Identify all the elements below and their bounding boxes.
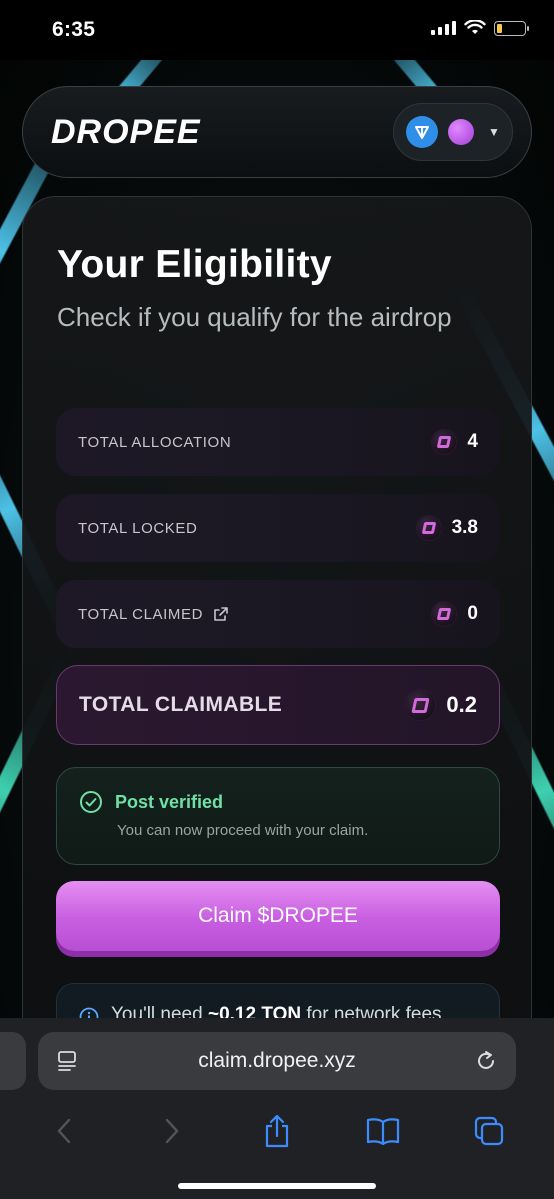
back-button[interactable] (47, 1113, 83, 1149)
check-circle-icon (80, 791, 102, 813)
claimable-value: 0.2 (446, 692, 477, 717)
tabs-icon (474, 1116, 504, 1146)
tabs-button[interactable] (471, 1113, 507, 1149)
battery-icon (494, 20, 529, 36)
book-icon (366, 1118, 400, 1145)
page-title: Your Eligibility (57, 243, 332, 286)
stat-value: 0 (467, 603, 478, 624)
stat-total-claimed: TOTAL CLAIMED 0 (56, 580, 500, 648)
share-icon (265, 1114, 289, 1148)
dropee-coin-icon (431, 429, 458, 455)
previous-tab[interactable] (0, 1032, 26, 1090)
share-button[interactable] (259, 1113, 295, 1149)
home-indicator[interactable] (178, 1183, 376, 1189)
dropee-logo[interactable]: DROPEE (51, 113, 201, 152)
browser-bar: claim.dropee.xyz (0, 1018, 554, 1199)
browser-toolbar (0, 1106, 554, 1156)
stat-total-locked: TOTAL LOCKED 3.8 (56, 494, 500, 562)
address-bar[interactable]: claim.dropee.xyz (38, 1032, 516, 1090)
claim-button[interactable]: Claim $DROPEE (56, 881, 500, 951)
stat-label: TOTAL ALLOCATION (78, 433, 232, 451)
eligibility-card: Your Eligibility Check if you qualify fo… (22, 196, 532, 1096)
bookmarks-button[interactable] (365, 1113, 401, 1149)
page-subtitle: Check if you qualify for the airdrop (57, 302, 452, 332)
stat-label: TOTAL LOCKED (78, 519, 198, 537)
verified-title: Post verified (115, 791, 224, 812)
verified-subtitle: You can now proceed with your claim. (117, 822, 369, 839)
wifi-icon (464, 20, 486, 34)
external-link-icon[interactable] (213, 606, 229, 622)
stat-value: 3.8 (451, 517, 478, 538)
claimable-label: TOTAL CLAIMABLE (79, 693, 283, 716)
stat-total-allocation: TOTAL ALLOCATION 4 (56, 408, 500, 476)
chevron-down-icon: ▼ (488, 125, 500, 139)
status-icons (431, 20, 529, 36)
signal-icon (431, 21, 456, 35)
wallet-avatar (448, 119, 474, 145)
wallet-button[interactable]: ▼ (393, 103, 513, 161)
chevron-left-icon (57, 1118, 71, 1144)
chevron-right-icon (165, 1118, 179, 1144)
reload-icon[interactable] (474, 1049, 498, 1073)
app-header: DROPEE ▼ (22, 86, 532, 178)
reader-icon[interactable] (56, 1049, 80, 1073)
stat-value: 4 (467, 431, 478, 452)
ton-icon (406, 116, 438, 148)
dropee-coin-icon (415, 515, 442, 541)
status-bar: 6:35 (0, 0, 554, 60)
forward-button[interactable] (153, 1113, 189, 1149)
dropee-coin-icon (431, 601, 458, 627)
verified-notice: Post verified You can now proceed with y… (56, 767, 500, 865)
status-time: 6:35 (52, 18, 96, 41)
dropee-coin-icon (404, 689, 437, 721)
stat-total-claimable: TOTAL CLAIMABLE 0.2 (56, 665, 500, 745)
url-text: claim.dropee.xyz (198, 1049, 356, 1072)
stat-label: TOTAL CLAIMED (78, 605, 204, 623)
